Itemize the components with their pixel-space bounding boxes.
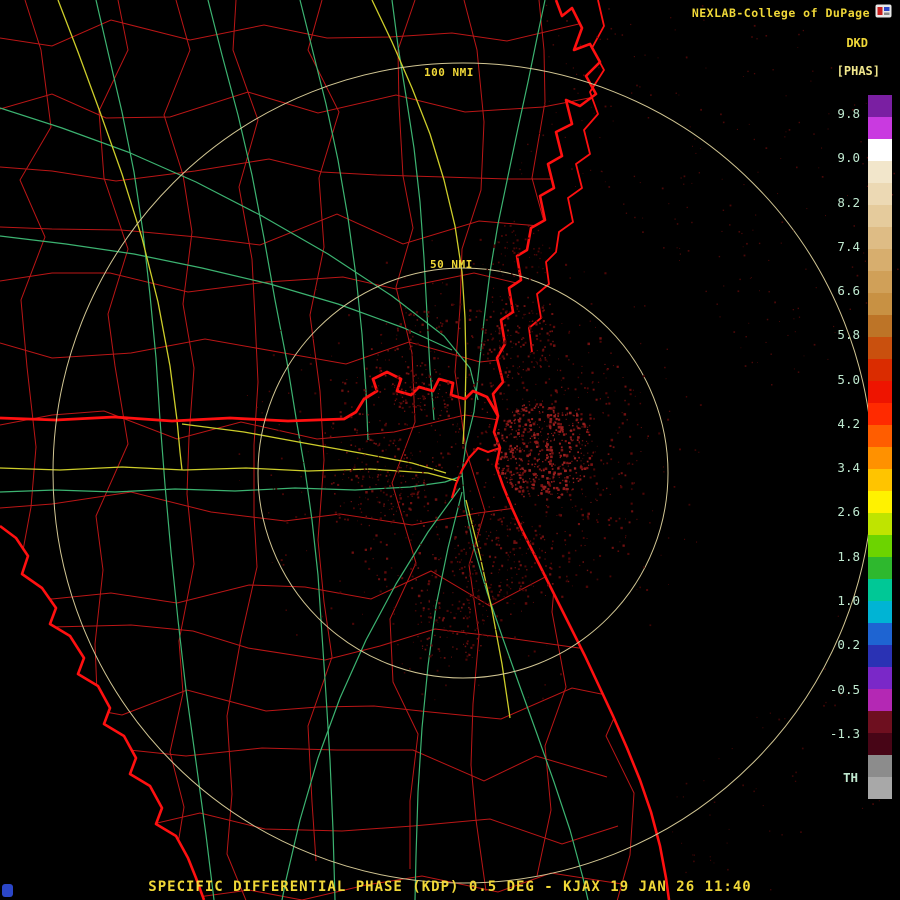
colorbar-tick-label: 7.4: [837, 238, 860, 254]
colorbar-segment: [868, 601, 892, 623]
colorbar-tick-label: 2.6: [837, 504, 860, 520]
county-line: [18, 0, 52, 866]
colorbar-segment: [868, 623, 892, 645]
county-line: [389, 0, 419, 869]
colorbar-segment: [868, 315, 892, 337]
colorbar-segment: [868, 513, 892, 535]
colorbar-segment: [868, 689, 892, 711]
county-line: [94, 0, 129, 852]
colorbar-segment: [868, 271, 892, 293]
range-ring-50nmi: [257, 267, 669, 679]
colorbar-segment: [868, 645, 892, 667]
corner-mark: [2, 884, 13, 897]
county-line: [307, 0, 340, 862]
colorbar-segment: [868, 359, 892, 381]
colorbar-segment: [868, 469, 892, 491]
colorbar-tick-label: 9.0: [837, 150, 860, 166]
colorbar-segment: [868, 139, 892, 161]
county-line: [0, 268, 656, 297]
colorbar-units-label: [PHAS]: [836, 64, 880, 78]
highway-green: [95, 0, 215, 900]
colorbar-segment: [868, 161, 892, 183]
highway-green: [0, 107, 479, 401]
range-ring-label-100nmi: 100 NMI: [424, 66, 474, 79]
colorbar-segment: [868, 95, 892, 117]
highway-green: [281, 487, 461, 900]
colorbar-segment: [868, 117, 892, 139]
colorbar-segment: [868, 667, 892, 689]
colorbar-threshold-label: TH: [842, 770, 858, 785]
colorbar-segment: [868, 337, 892, 359]
colorbar-segment: [868, 293, 892, 315]
cod-logo-icon: [875, 4, 892, 18]
colorbar-segment: [868, 711, 892, 733]
colorbar-segment: [868, 249, 892, 271]
colorbar-tick-label: 6.6: [837, 283, 860, 299]
colorbar-segment: [868, 535, 892, 557]
colorbar-segment: [868, 381, 892, 403]
colorbar-segment: [868, 579, 892, 601]
range-ring-100nmi: [52, 62, 874, 884]
colorbar-tick-label: 5.0: [837, 371, 860, 387]
highway-yellow: [0, 466, 459, 482]
colorbar-product-code: DKD: [846, 36, 868, 50]
colorbar-tick-label: 1.8: [837, 548, 860, 564]
colorbar-tick-label: 8.2: [837, 194, 860, 210]
colorbar-segment: [868, 183, 892, 205]
colorbar-tick-label: 3.4: [837, 460, 860, 476]
colorbar-tick-label: 0.2: [837, 637, 860, 653]
county-line: [0, 491, 600, 526]
colorbar-segment: [868, 227, 892, 249]
county-line: [531, 0, 567, 877]
colorbar-tick-label: 5.8: [837, 327, 860, 343]
colorbar-segment: [868, 733, 892, 755]
colorbar-segment: [868, 447, 892, 469]
county-line: [0, 19, 656, 47]
colorbar: [868, 95, 892, 799]
colorbar-tick-label: 9.8: [837, 106, 860, 121]
county-line: [454, 0, 487, 892]
highway-green: [299, 0, 369, 441]
barrier-islands: [528, 0, 605, 353]
county-line: [0, 158, 644, 189]
radar-echoes: [238, 4, 899, 891]
county-line: [0, 624, 650, 661]
colorbar-segment: [868, 205, 892, 227]
radar-map: [0, 0, 899, 900]
county-line: [0, 747, 608, 782]
colorbar-tick-label: 4.2: [837, 415, 860, 431]
county-boundaries: [0, 0, 658, 900]
colorbar-segment: [868, 491, 892, 513]
colorbar-segment: [868, 403, 892, 425]
range-ring-label-50nmi: 50 NMI: [430, 258, 473, 271]
range-rings: [52, 62, 874, 884]
colorbar-tick-label: 1.0: [837, 592, 860, 608]
colorbar-segment: [868, 755, 892, 777]
colorbar-segment: [868, 777, 892, 799]
site-title: NEXLAB-College of DuPage: [691, 6, 870, 20]
county-line: [0, 213, 593, 246]
highway-green: [0, 235, 453, 351]
county-line: [0, 812, 619, 845]
radar-display: 100 NMI 50 NMI NEXLAB-College of DuPage …: [0, 0, 900, 900]
product-caption: SPECIFIC DIFFERENTIAL PHASE (KDP) 0.5 DE…: [148, 879, 752, 895]
highway-yellow: [57, 0, 183, 471]
colorbar-tick-label: -0.5: [829, 681, 860, 697]
highway-yellow: [465, 499, 511, 719]
highway-green: [414, 491, 463, 900]
colorbar-tick-label: -1.3: [829, 725, 860, 741]
colorbar-segment: [868, 557, 892, 579]
colorbar-segment: [868, 425, 892, 447]
